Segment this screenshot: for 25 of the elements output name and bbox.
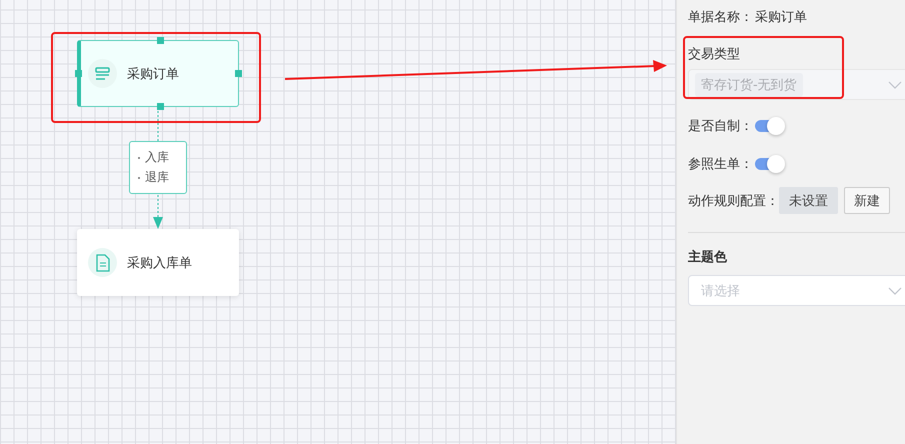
edge-label-item: 入库: [145, 149, 169, 166]
toggle-switch[interactable]: [755, 120, 783, 132]
flow-node[interactable]: 采购订单: [77, 40, 239, 107]
connection-handle[interactable]: [157, 103, 164, 110]
connection-handle[interactable]: [157, 37, 164, 44]
connection-handle[interactable]: [235, 70, 242, 77]
field-label: 是否自制：: [688, 118, 753, 135]
field-label: 单据名称：: [688, 9, 753, 26]
new-button[interactable]: 新建: [844, 187, 890, 214]
edge-label-item: 退库: [145, 169, 169, 186]
field-label: 交易类型: [688, 46, 741, 63]
section-title: 主题色: [688, 248, 728, 266]
document-icon: [88, 248, 117, 277]
field-label: 动作规则配置：: [688, 192, 779, 210]
node-label: 采购订单: [127, 66, 179, 82]
unset-button[interactable]: 未设置: [779, 187, 838, 214]
chevron-icon: [888, 286, 902, 294]
field-label: 参照生单：: [688, 156, 753, 173]
toggle-switch[interactable]: [755, 158, 783, 170]
chevron-icon: [888, 80, 902, 88]
node-label: 采购入库单: [127, 254, 192, 272]
list-icon: [88, 59, 117, 88]
flow-node[interactable]: 采购入库单: [77, 229, 239, 296]
field-value: 采购订单: [755, 9, 807, 26]
selected-tag: 寄存订货-无到货: [695, 72, 803, 96]
